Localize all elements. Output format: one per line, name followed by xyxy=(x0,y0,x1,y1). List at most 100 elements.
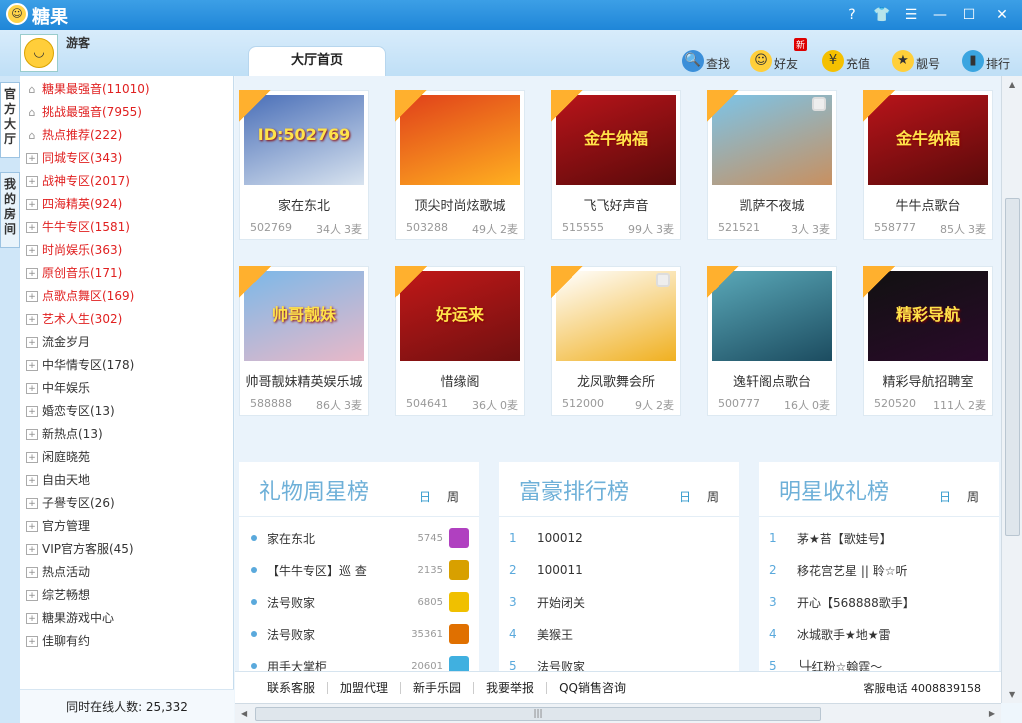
ranking-row[interactable]: 5 ╰┼红粉☆翰霆～ xyxy=(769,650,989,671)
sidebar-item[interactable]: + 中年娱乐 xyxy=(20,377,233,400)
ranking-row[interactable]: 2 100011 xyxy=(509,554,729,586)
sidebar-item[interactable]: + 牛牛专区(1581) xyxy=(20,216,233,239)
room-card[interactable]: 好运来 惜缘阁 504641 36人 0麦 xyxy=(395,266,525,416)
help-icon[interactable]: ? xyxy=(842,5,862,25)
room-people: 111人 xyxy=(933,399,965,412)
ranking-row[interactable]: 法号败家 6805 xyxy=(249,586,469,618)
sidebar-item[interactable]: + 综艺畅想 xyxy=(20,584,233,607)
sidebar-item[interactable]: + 糖果游戏中心 xyxy=(20,607,233,630)
footer-link[interactable]: QQ销售咨询 xyxy=(547,682,638,694)
tab-day[interactable]: 日 xyxy=(939,488,951,505)
ranking-name: 法号败家 xyxy=(267,627,316,642)
sidebar-item-label: 中年娱乐 xyxy=(42,381,91,395)
ranking-row[interactable]: 用手大掌柜 20601 xyxy=(249,650,469,671)
sidebar-item[interactable]: + 流金岁月 xyxy=(20,331,233,354)
bullet-icon xyxy=(251,535,257,541)
minimize-button[interactable]: — xyxy=(930,5,950,25)
tab-week[interactable]: 周 xyxy=(707,488,719,505)
scroll-right-icon[interactable]: ▶ xyxy=(989,709,995,718)
scroll-left-icon[interactable]: ◀ xyxy=(241,709,247,718)
room-card[interactable]: 帅哥靓妹 帅哥靓妹精英娱乐城 588888 86人 3麦 xyxy=(239,266,369,416)
tab-day[interactable]: 日 xyxy=(419,488,431,505)
ranking-row[interactable]: 4 冰城歌手★地★雷 xyxy=(769,618,989,650)
sidebar-item-label: 点歌点舞区(169) xyxy=(42,289,135,303)
ranking-row[interactable]: 2 移花宫艺星 || 聆☆听 xyxy=(769,554,989,586)
toolbar-medal-button[interactable]: ★ 靓号 xyxy=(892,42,940,72)
sidebar-item[interactable]: + 自由天地 xyxy=(20,469,233,492)
sidebar-item[interactable]: + VIP官方客服(45) xyxy=(20,538,233,561)
expand-box-icon: + xyxy=(26,268,38,279)
sidebar-item[interactable]: + 闲庭晓苑 xyxy=(20,446,233,469)
sidebar-item[interactable]: + 战神专区(2017) xyxy=(20,170,233,193)
sidebar-item[interactable]: + 婚恋专区(13) xyxy=(20,400,233,423)
vertical-scrollbar[interactable]: ▲ ▼ xyxy=(1001,76,1022,703)
vtab-my-rooms[interactable]: 我的房间 xyxy=(0,172,20,248)
expand-box-icon: + xyxy=(26,314,38,325)
sidebar-item[interactable]: + 时尚娱乐(363) xyxy=(20,239,233,262)
ranking-row[interactable]: 3 开始闭关 xyxy=(509,586,729,618)
footer-link[interactable]: 我要举报 xyxy=(474,681,548,694)
ranking-row[interactable]: 1 100012 xyxy=(509,522,729,554)
gift-count: 5745 xyxy=(417,532,443,544)
vtab-official-lobby[interactable]: 官方大厅 xyxy=(0,82,20,158)
sidebar-item[interactable]: ⌂ 挑战最强音(7955) xyxy=(20,101,233,124)
room-card[interactable]: 金牛纳福 牛牛点歌台 558777 85人 3麦 xyxy=(863,90,993,240)
tab-lobby-home[interactable]: 大厅首页 xyxy=(248,46,386,76)
sidebar-item[interactable]: + 艺术人生(302) xyxy=(20,308,233,331)
room-card[interactable]: 逸轩阁点歌台 500777 16人 0麦 xyxy=(707,266,837,416)
sidebar-item[interactable]: + 佳聊有约 xyxy=(20,630,233,653)
scroll-up-icon[interactable]: ▲ xyxy=(1009,80,1015,89)
ranking-row[interactable]: 【牛牛专区】巡 查 2135 xyxy=(249,554,469,586)
toolbar-friend-face-button[interactable]: ☺ 新好友 xyxy=(750,38,808,72)
room-people: 36人 xyxy=(472,399,497,412)
sidebar-item[interactable]: + 点歌点舞区(169) xyxy=(20,285,233,308)
sidebar-item[interactable]: + 同城专区(343) xyxy=(20,147,233,170)
toolbar-yuan-coin-button[interactable]: ¥ 充值 xyxy=(822,42,870,72)
sidebar-item[interactable]: + 四海精英(924) xyxy=(20,193,233,216)
tab-week[interactable]: 周 xyxy=(447,488,459,505)
sidebar-item[interactable]: + 子譽专区(26) xyxy=(20,492,233,515)
sidebar-item[interactable]: ⌂ 热点推荐(222) xyxy=(20,124,233,147)
sidebar-item[interactable]: + 原创音乐(171) xyxy=(20,262,233,285)
skin-shirt-icon[interactable]: 👕 xyxy=(872,5,892,25)
ranking-row[interactable]: 4 美猴王 xyxy=(509,618,729,650)
sidebar-item[interactable]: + 中华情专区(178) xyxy=(20,354,233,377)
ranking-row[interactable]: 法号败家 35361 xyxy=(249,618,469,650)
toolbar-magnifier-button[interactable]: 🔍 查找 xyxy=(682,42,730,72)
room-meta: 502769 34人 3麦 xyxy=(250,221,362,237)
footer-link[interactable]: 联系客服 xyxy=(255,681,329,694)
vertical-scroll-thumb[interactable] xyxy=(1005,198,1020,536)
close-button[interactable]: ✕ xyxy=(992,5,1012,25)
sidebar-item[interactable]: + 热点活动 xyxy=(20,561,233,584)
sidebar-item[interactable]: + 新热点(13) xyxy=(20,423,233,446)
sidebar-item[interactable]: + 官方管理 xyxy=(20,515,233,538)
footer-link[interactable]: 新手乐园 xyxy=(401,681,475,694)
horizontal-scrollbar[interactable]: ◀ ||| ▶ xyxy=(235,703,1001,723)
room-card[interactable]: 顶尖时尚炫歌城 503288 49人 2麦 xyxy=(395,90,525,240)
room-card[interactable]: 金牛纳福 飞飞好声音 515555 99人 3麦 xyxy=(551,90,681,240)
sidebar-item-label: 挑战最强音(7955) xyxy=(42,105,142,119)
medal-icon: ★ xyxy=(892,50,914,72)
room-card[interactable]: 凯萨不夜城 521521 3人 3麦 xyxy=(707,90,837,240)
menu-icon[interactable]: ☰ xyxy=(901,5,921,25)
ranking-row[interactable]: 1 茅★苔【歌娃号】 xyxy=(769,522,989,554)
room-card[interactable]: ID:502769 家在东北 502769 34人 3麦 xyxy=(239,90,369,240)
thumbnail-caption: ID:502769 xyxy=(257,125,351,144)
mic-ribbon-icon xyxy=(863,90,895,122)
room-card[interactable]: 精彩导航 精彩导航招聘室 520520 111人 2麦 xyxy=(863,266,993,416)
tab-week[interactable]: 周 xyxy=(967,488,979,505)
tab-day[interactable]: 日 xyxy=(679,488,691,505)
ranking-row[interactable]: 家在东北 5745 xyxy=(249,522,469,554)
ranking-row[interactable]: 3 开心【568888歌手】 xyxy=(769,586,989,618)
avatar[interactable]: ◡ xyxy=(20,34,58,72)
toolbar-bar-chart-button[interactable]: ▮ 排行 xyxy=(962,42,1010,72)
ranking-row[interactable]: 5 法号败家 xyxy=(509,650,729,671)
room-meta: 558777 85人 3麦 xyxy=(874,221,986,237)
horizontal-scroll-thumb[interactable]: ||| xyxy=(255,707,821,721)
maximize-button[interactable]: ☐ xyxy=(959,5,979,25)
room-card[interactable]: 龙凤歌舞会所 512000 9人 2麦 xyxy=(551,266,681,416)
sidebar-item[interactable]: ⌂ 糖果最强音(11010) xyxy=(20,78,233,101)
scroll-down-icon[interactable]: ▼ xyxy=(1009,690,1015,699)
room-name: 凯萨不夜城 xyxy=(739,199,805,214)
footer-link[interactable]: 加盟代理 xyxy=(328,681,402,694)
